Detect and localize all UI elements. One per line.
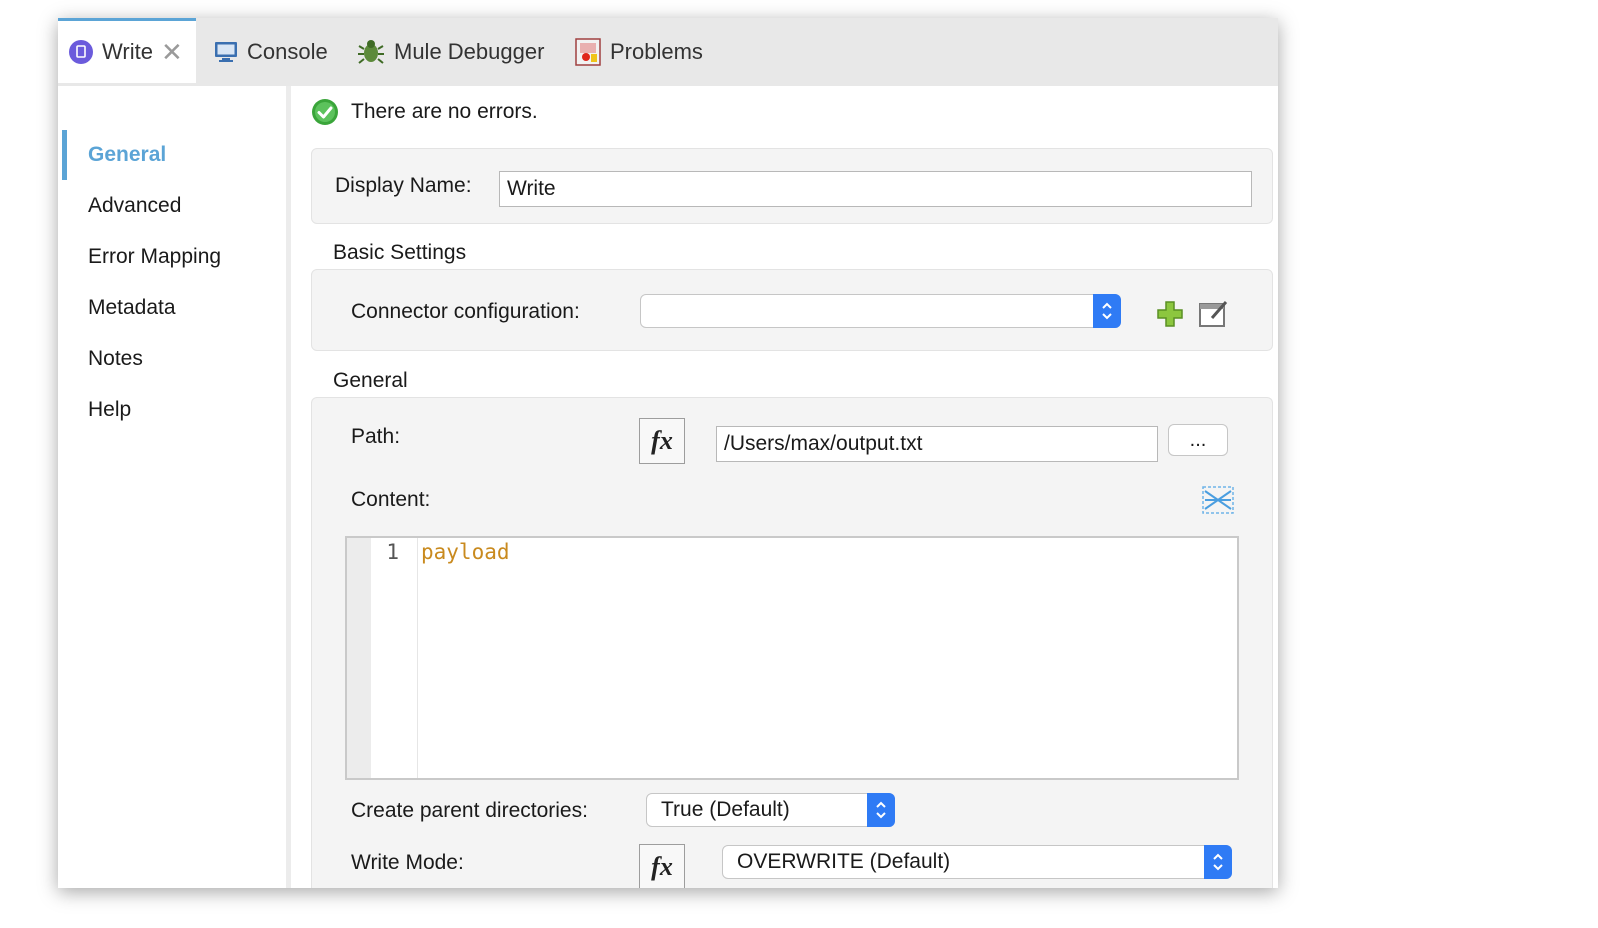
tab-write[interactable]: Write ✕ (58, 18, 196, 83)
tab-bar: Write ✕ Console Mule Debugger Problems (58, 18, 1278, 86)
edit-connector-config-icon[interactable] (1198, 298, 1230, 328)
main-content: There are no errors. Display Name: Write… (291, 86, 1278, 888)
code-line[interactable]: payload (421, 540, 510, 564)
display-name-label: Display Name: (335, 174, 472, 197)
write-mode-select[interactable]: OVERWRITE (Default) (722, 845, 1232, 879)
close-icon[interactable]: ✕ (161, 39, 183, 65)
content-editor[interactable]: 1 payload (345, 536, 1239, 780)
select-arrows-icon (1204, 845, 1232, 879)
check-circle-icon (311, 98, 339, 126)
editor-gutter (347, 538, 371, 778)
sidebar-item-metadata[interactable]: Metadata (88, 296, 176, 320)
line-number: 1 (386, 540, 399, 564)
path-field[interactable]: /Users/max/output.txt (716, 426, 1158, 462)
write-mode-value: OVERWRITE (Default) (737, 850, 951, 873)
sidebar-item-advanced[interactable]: Advanced (88, 194, 181, 218)
tab-problems[interactable]: Problems (574, 18, 703, 86)
status-message: There are no errors. (351, 100, 538, 123)
tab-write-label: Write (102, 39, 153, 64)
path-fx-button[interactable]: fx (639, 418, 685, 464)
console-monitor-icon (213, 39, 239, 65)
display-name-field[interactable]: Write (499, 171, 1252, 207)
tab-mule-debugger[interactable]: Mule Debugger (356, 18, 544, 86)
status-line: There are no errors. (311, 98, 538, 126)
create-parent-directories-value: True (Default) (661, 798, 790, 821)
display-name-panel: Display Name: Write (311, 148, 1273, 224)
basic-settings-title: Basic Settings (333, 241, 467, 264)
write-mode-fx-button[interactable]: fx (639, 844, 685, 888)
general-section-title: General (333, 369, 408, 392)
connector-configuration-label: Connector configuration: (351, 300, 580, 323)
tab-problems-label: Problems (610, 39, 703, 64)
general-panel: Path: fx /Users/max/output.txt ... Conte… (311, 397, 1273, 888)
add-connector-config-icon[interactable] (1156, 300, 1184, 328)
metadata-mapping-icon[interactable] (1201, 485, 1235, 515)
editor-line-numbers: 1 (371, 538, 418, 778)
bug-icon (356, 37, 386, 67)
path-browse-button[interactable]: ... (1168, 424, 1228, 456)
sidebar-item-general[interactable]: General (88, 143, 166, 167)
create-parent-directories-select[interactable]: True (Default) (646, 793, 895, 827)
sidebar: General Advanced Error Mapping Metadata … (58, 86, 286, 888)
create-parent-directories-label: Create parent directories: (351, 799, 588, 822)
path-label: Path: (351, 425, 401, 448)
tab-mule-debugger-label: Mule Debugger (394, 39, 545, 64)
write-mode-label: Write Mode: (351, 851, 464, 874)
tab-console[interactable]: Console (213, 18, 328, 86)
select-arrows-icon (867, 793, 895, 827)
connector-configuration-select[interactable] (640, 294, 1121, 328)
basic-settings-panel: Connector configuration: (311, 269, 1273, 351)
sidebar-item-notes[interactable]: Notes (88, 347, 143, 371)
tab-console-label: Console (247, 39, 328, 64)
sidebar-item-error-mapping[interactable]: Error Mapping (88, 245, 221, 269)
sidebar-item-help[interactable]: Help (88, 398, 131, 422)
properties-window: Write ✕ Console Mule Debugger Problems G… (58, 18, 1278, 888)
select-arrows-icon (1093, 294, 1121, 328)
problems-icon (574, 37, 602, 67)
write-doc-icon (68, 39, 94, 65)
sidebar-active-indicator (62, 130, 67, 180)
content-label: Content: (351, 488, 431, 511)
